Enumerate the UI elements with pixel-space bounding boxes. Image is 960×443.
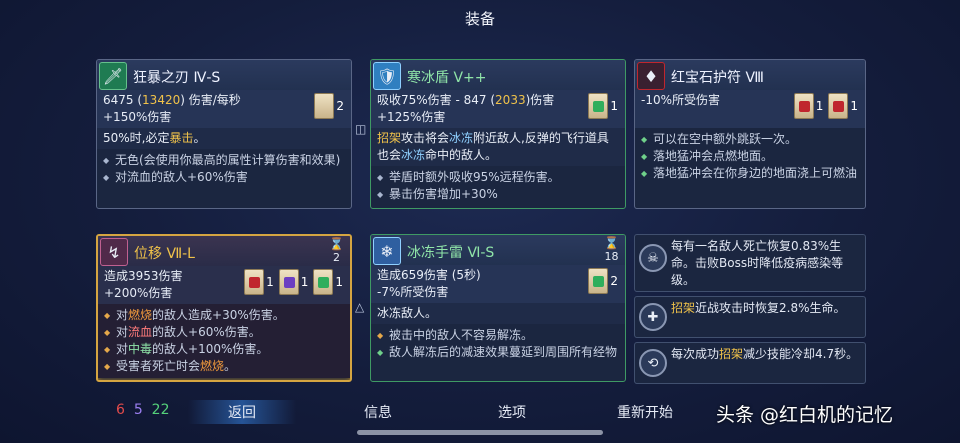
affix: 对流血的敌人+60%伤害。 xyxy=(104,324,344,341)
item-name: 冰冻手雷 Ⅵ-S xyxy=(407,245,495,261)
item-name: 狂暴之刃 Ⅳ-S xyxy=(133,70,221,86)
shield-card-ice-shield[interactable]: 🛡 寒冰盾 V++ 吸收75%伤害 - 847 (2033)伤害 +125%伤害… xyxy=(370,59,626,209)
stat-scrolls-counter: 6 5 22 xyxy=(116,402,169,418)
uses-counter: ⌛ 2 xyxy=(329,237,344,265)
mutation-perk[interactable]: ⟲ 每次成功招架减少技能冷却4.7秒。 xyxy=(634,342,866,384)
scroll-icon xyxy=(588,93,609,119)
hourglass-icon: ⌛ xyxy=(329,237,344,251)
weapon-card-berserker-blade[interactable]: 🗡 狂暴之刃 Ⅳ-S 6475 (13420) 伤害/每秒 +150%伤害 2 … xyxy=(96,59,352,209)
tactics-count: 5 xyxy=(133,402,143,418)
scroll-count: 1 xyxy=(610,98,618,113)
mutation-perk[interactable]: ✚ 招架近战攻击时恢复2.8%生命。 xyxy=(634,296,866,338)
item-name: 寒冰盾 V++ xyxy=(407,70,487,86)
scroll-count: 2 xyxy=(336,98,344,113)
scroll-count: 1 xyxy=(850,98,858,113)
ice-shield-icon: 🛡 xyxy=(373,62,401,90)
restart-button[interactable]: 重新开始 xyxy=(617,402,673,422)
damage-stat: 造成659伤害 (5秒) xyxy=(377,268,481,282)
watermark: 头条 @红白机的记忆 xyxy=(716,404,894,426)
scroll-count: 1 xyxy=(335,274,343,289)
affix: 对中毒的敌人+100%伤害。 xyxy=(104,341,344,358)
skill-card-ice-grenade[interactable]: ❄ 冰冻手雷 Ⅵ-S ⌛ 18 造成659伤害 (5秒) -7%所受伤害 2 冰冻… xyxy=(370,234,626,382)
scroll-icon xyxy=(314,93,335,119)
scroll-icon xyxy=(793,93,814,119)
affix: 对燃烧的敌人造成+30%伤害。 xyxy=(104,307,344,324)
scroll-icon xyxy=(588,268,609,294)
back-button[interactable]: 返回 xyxy=(188,400,296,424)
home-indicator[interactable] xyxy=(357,430,603,435)
perk-text: 招架近战攻击时恢复2.8%生命。 xyxy=(671,301,846,315)
affix: 对流血的敌人+60%伤害 xyxy=(103,169,345,186)
scroll-icon xyxy=(244,269,265,295)
affix: 无色(会使用你最高的属性计算伤害和效果) xyxy=(103,152,345,169)
info-button[interactable]: 信息 xyxy=(364,402,392,422)
defense-bonus: -7%所受伤害 xyxy=(377,285,449,299)
amulet-card-ruby[interactable]: ♦ 红宝石护符 Ⅷ -10%所受伤害 1 1 可以在空中额外跳跃一次。 落地猛冲… xyxy=(634,59,866,209)
mutation-perk[interactable]: ☠ 每有一名敌人死亡恢复0.83%生命。击败Boss时降低疫病感染等级。 xyxy=(634,234,866,292)
damage-bonus: +150%伤害 xyxy=(103,110,172,124)
scroll-icon xyxy=(278,269,299,295)
dash-icon: ↯ xyxy=(100,238,128,266)
item-effect: 冰冻敌人。 xyxy=(371,303,625,324)
affix: 可以在空中额外跳跃一次。 xyxy=(641,131,859,148)
damage-bonus: +125%伤害 xyxy=(377,110,446,124)
scroll-count: 1 xyxy=(815,98,824,113)
item-name: 位移 Ⅶ-L xyxy=(134,246,195,262)
screen-title: 装备 xyxy=(464,10,495,28)
dps-stat: 6475 (13420) 伤害/每秒 xyxy=(103,93,241,107)
scroll-count: 1 xyxy=(300,274,309,289)
parry-cooldown-perk-icon: ⟲ xyxy=(639,349,667,377)
item-effect: 招架攻击将会冰冻附近敌人,反弹的飞行道具也会冰冻命中的敌人。 xyxy=(371,128,625,166)
scroll-count: 2 xyxy=(610,273,618,288)
uses-counter: ⌛ 18 xyxy=(604,236,619,264)
skill-card-dash[interactable]: ↯ 位移 Ⅶ-L ⌛2 造成3953伤害 +200%伤害 1 1 1 对燃烧的敌… xyxy=(96,234,352,382)
perk-text: 每次成功招架减少技能冷却4.7秒。 xyxy=(671,347,859,361)
link-icon: ◫ xyxy=(355,122,367,136)
parry-heal-perk-icon: ✚ xyxy=(639,303,667,331)
survival-count: 22 xyxy=(151,402,170,418)
perk-text: 每有一名敌人死亡恢复0.83%生命。击败Boss时降低疫病感染等级。 xyxy=(671,239,844,287)
link-icon: △ xyxy=(355,300,365,314)
hourglass-icon: ⌛ xyxy=(604,236,619,250)
blade-icon: 🗡 xyxy=(99,62,127,90)
item-name: 红宝石护符 Ⅷ xyxy=(671,70,764,86)
absorb-stat: 吸收75%伤害 - 847 (2033)伤害 xyxy=(377,93,555,107)
options-button[interactable]: 选项 xyxy=(498,402,526,422)
ruby-amulet-icon: ♦ xyxy=(637,62,665,90)
affix: 举盾时额外吸收95%远程伤害。 xyxy=(377,169,619,186)
scroll-icon xyxy=(313,269,334,295)
item-effect: 50%时,必定暴击。 xyxy=(97,128,351,149)
scroll-count: 1 xyxy=(266,274,274,289)
affix: 落地猛冲会在你身边的地面浇上可燃油 xyxy=(641,165,859,182)
affix: 敌人解冻后的减速效果蔓延到周围所有经物 xyxy=(377,344,619,361)
affix: 被击中的敌人不容易解冻。 xyxy=(377,327,619,344)
affix: 暴击伤害增加+30% xyxy=(377,186,619,203)
affix: 受害者死亡时会燃烧。 xyxy=(104,358,344,375)
ice-grenade-icon: ❄ xyxy=(373,237,401,265)
brutality-count: 6 xyxy=(116,402,125,418)
scroll-icon xyxy=(828,93,849,119)
affix: 落地猛冲会点燃地面。 xyxy=(641,148,859,165)
skull-perk-icon: ☠ xyxy=(639,244,667,272)
